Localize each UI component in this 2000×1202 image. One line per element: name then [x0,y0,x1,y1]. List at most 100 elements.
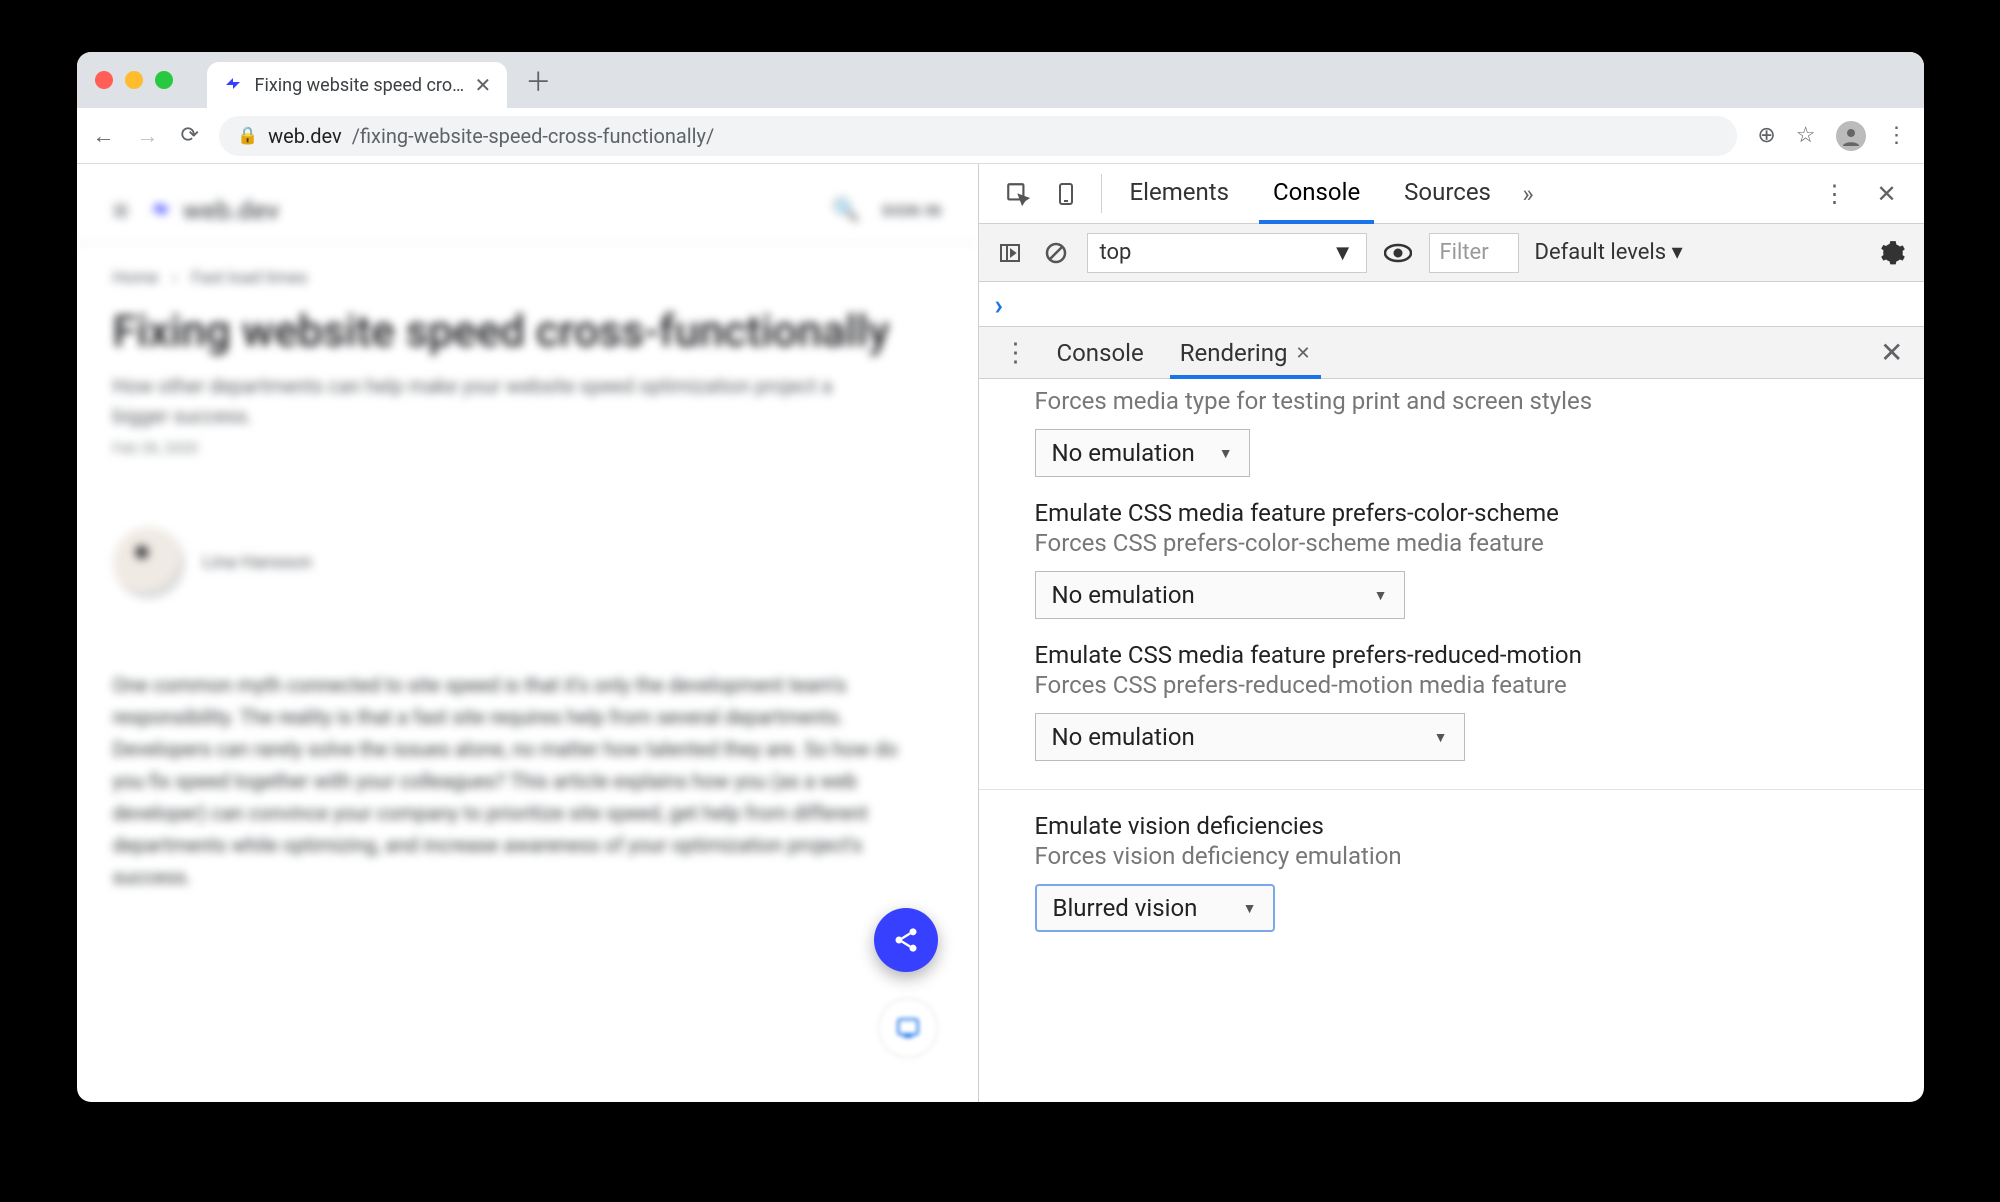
browser-menu-icon[interactable]: ⋮ [1886,123,1908,148]
section-media-type: Forces media type for testing print and … [1035,387,1868,477]
console-toolbar: top ▼ Filter Default levels ▾ [979,224,1924,282]
profile-avatar[interactable] [1836,121,1866,151]
tab-elements[interactable]: Elements [1108,164,1251,223]
console-sidebar-toggle-icon[interactable] [995,241,1025,265]
tab-close-icon[interactable]: ✕ [475,73,492,97]
author-name[interactable]: Lina Hansson [203,552,313,573]
devtools-close-icon[interactable]: ✕ [1872,180,1902,208]
maximize-window-button[interactable] [155,71,173,89]
page-viewport: ≡ web.dev 🔍 SIGN IN Home › Fast load [77,164,979,1102]
browser-tab[interactable]: Fixing website speed cross-fun ✕ [207,62,508,108]
crumb-section[interactable]: Fast load times [191,268,307,288]
context-value: top [1100,240,1132,265]
color-scheme-value: No emulation [1052,581,1195,609]
section-reduced-motion: Emulate CSS media feature prefers-reduce… [1035,641,1868,761]
tab-sources[interactable]: Sources [1382,164,1513,223]
back-button[interactable]: ← [93,123,115,149]
drawer-tab-console[interactable]: Console [1039,327,1162,378]
drawer-tab-rendering[interactable]: Rendering ✕ [1162,327,1329,378]
media-type-desc: Forces media type for testing print and … [1035,387,1868,415]
article-date: Feb 28, 2020 [113,439,942,457]
forward-button[interactable]: → [137,123,159,149]
rendering-panel[interactable]: Forces media type for testing print and … [979,379,1924,1102]
new-tab-button[interactable]: ＋ [525,62,551,99]
devtools-drawer: ⋮ Console Rendering ✕ ✕ Forces media typ… [979,326,1924,1102]
favicon-icon [223,74,245,96]
chevron-right-icon: › [172,268,177,288]
signin-button[interactable]: SIGN IN [882,201,942,220]
more-tabs-icon[interactable]: » [1513,180,1543,208]
window-controls [89,71,183,89]
drawer-tab-rendering-label: Rendering [1180,339,1288,367]
breadcrumb: Home › Fast load times [113,268,942,288]
search-icon[interactable]: 🔍 [832,198,859,223]
dropdown-caret-icon: ▼ [1219,445,1233,462]
reduced-motion-value: No emulation [1052,723,1195,751]
tab-title: Fixing website speed cross-fun [255,75,465,96]
context-selector[interactable]: top ▼ [1087,233,1367,273]
vision-desc: Forces vision deficiency emulation [1035,842,1868,870]
filter-input[interactable]: Filter [1429,233,1519,273]
tab-console[interactable]: Console [1251,164,1382,223]
dropdown-caret-icon: ▼ [1243,900,1257,917]
article-body: One common myth connected to site speed … [113,669,903,893]
log-levels-dropdown[interactable]: Default levels ▾ [1535,240,1683,265]
drawer-tabs: ⋮ Console Rendering ✕ ✕ [979,327,1924,379]
omnibox[interactable]: 🔒 web.dev/fixing-website-speed-cross-fun… [219,116,1737,156]
crumb-home[interactable]: Home [113,268,159,288]
reduced-motion-dropdown[interactable]: No emulation ▼ [1035,713,1465,761]
drawer-menu-icon[interactable]: ⋮ [993,327,1039,378]
url-host: web.dev [268,124,342,148]
live-expression-icon[interactable] [1383,243,1413,263]
lock-icon: 🔒 [237,126,258,146]
share-fab[interactable] [874,908,938,972]
media-type-dropdown[interactable]: No emulation ▼ [1035,429,1250,477]
clear-console-icon[interactable] [1041,241,1071,265]
console-settings-icon[interactable] [1878,240,1908,266]
feedback-fab[interactable] [878,998,938,1058]
drawer-tab-close-icon[interactable]: ✕ [1295,343,1310,364]
device-toggle-icon[interactable] [1051,181,1081,207]
color-scheme-dropdown[interactable]: No emulation ▼ [1035,571,1405,619]
devtools-panel: Elements Console Sources » ⋮ ✕ top [979,164,1924,1102]
devtools-tabs: Elements Console Sources » ⋮ ✕ [979,164,1924,224]
reload-button[interactable]: ⟳ [181,123,199,148]
console-output[interactable]: › [979,282,1924,326]
drawer-close-icon[interactable]: ✕ [1880,327,1909,378]
section-vision-deficiency: Emulate vision deficiencies Forces visio… [1035,812,1868,932]
color-scheme-desc: Forces CSS prefers-color-scheme media fe… [1035,529,1868,557]
tab-strip: Fixing website speed cross-fun ✕ ＋ [77,52,1924,108]
devtools-menu-icon[interactable]: ⋮ [1820,180,1850,208]
url-path: /fixing-website-speed-cross-functionally… [352,124,715,148]
dropdown-caret-icon: ▼ [1374,587,1388,604]
install-icon[interactable]: ⊕ [1757,123,1775,148]
minimize-window-button[interactable] [125,71,143,89]
close-window-button[interactable] [95,71,113,89]
section-color-scheme: Emulate CSS media feature prefers-color-… [1035,499,1868,619]
hamburger-icon[interactable]: ≡ [113,194,129,227]
vision-deficiency-dropdown[interactable]: Blurred vision ▼ [1035,884,1275,932]
inspect-icon[interactable] [1003,181,1033,207]
vision-title: Emulate vision deficiencies [1035,812,1868,840]
bookmark-icon[interactable]: ☆ [1796,123,1816,148]
site-logo[interactable]: web.dev [149,196,279,226]
console-prompt-icon: › [995,288,1003,321]
site-name: web.dev [183,196,279,226]
author-row: Lina Hansson [113,527,942,599]
reduced-motion-title: Emulate CSS media feature prefers-reduce… [1035,641,1868,669]
author-avatar [113,527,185,599]
vision-value: Blurred vision [1053,894,1198,922]
drawer-tab-console-label: Console [1057,339,1144,367]
section-divider [979,789,1924,790]
color-scheme-title: Emulate CSS media feature prefers-color-… [1035,499,1868,527]
browser-window: Fixing website speed cross-fun ✕ ＋ ← → ⟳… [77,52,1924,1102]
article-subtitle: How other departments can help make your… [113,371,853,431]
filter-placeholder: Filter [1440,240,1489,265]
media-type-value: No emulation [1052,439,1195,467]
reduced-motion-desc: Forces CSS prefers-reduced-motion media … [1035,671,1868,699]
content-area: ≡ web.dev 🔍 SIGN IN Home › Fast load [77,164,1924,1102]
dropdown-caret-icon: ▼ [1332,240,1354,266]
address-bar: ← → ⟳ 🔒 web.dev/fixing-website-speed-cro… [77,108,1924,164]
dropdown-caret-icon: ▼ [1434,729,1448,746]
logo-mark-icon [149,198,175,224]
